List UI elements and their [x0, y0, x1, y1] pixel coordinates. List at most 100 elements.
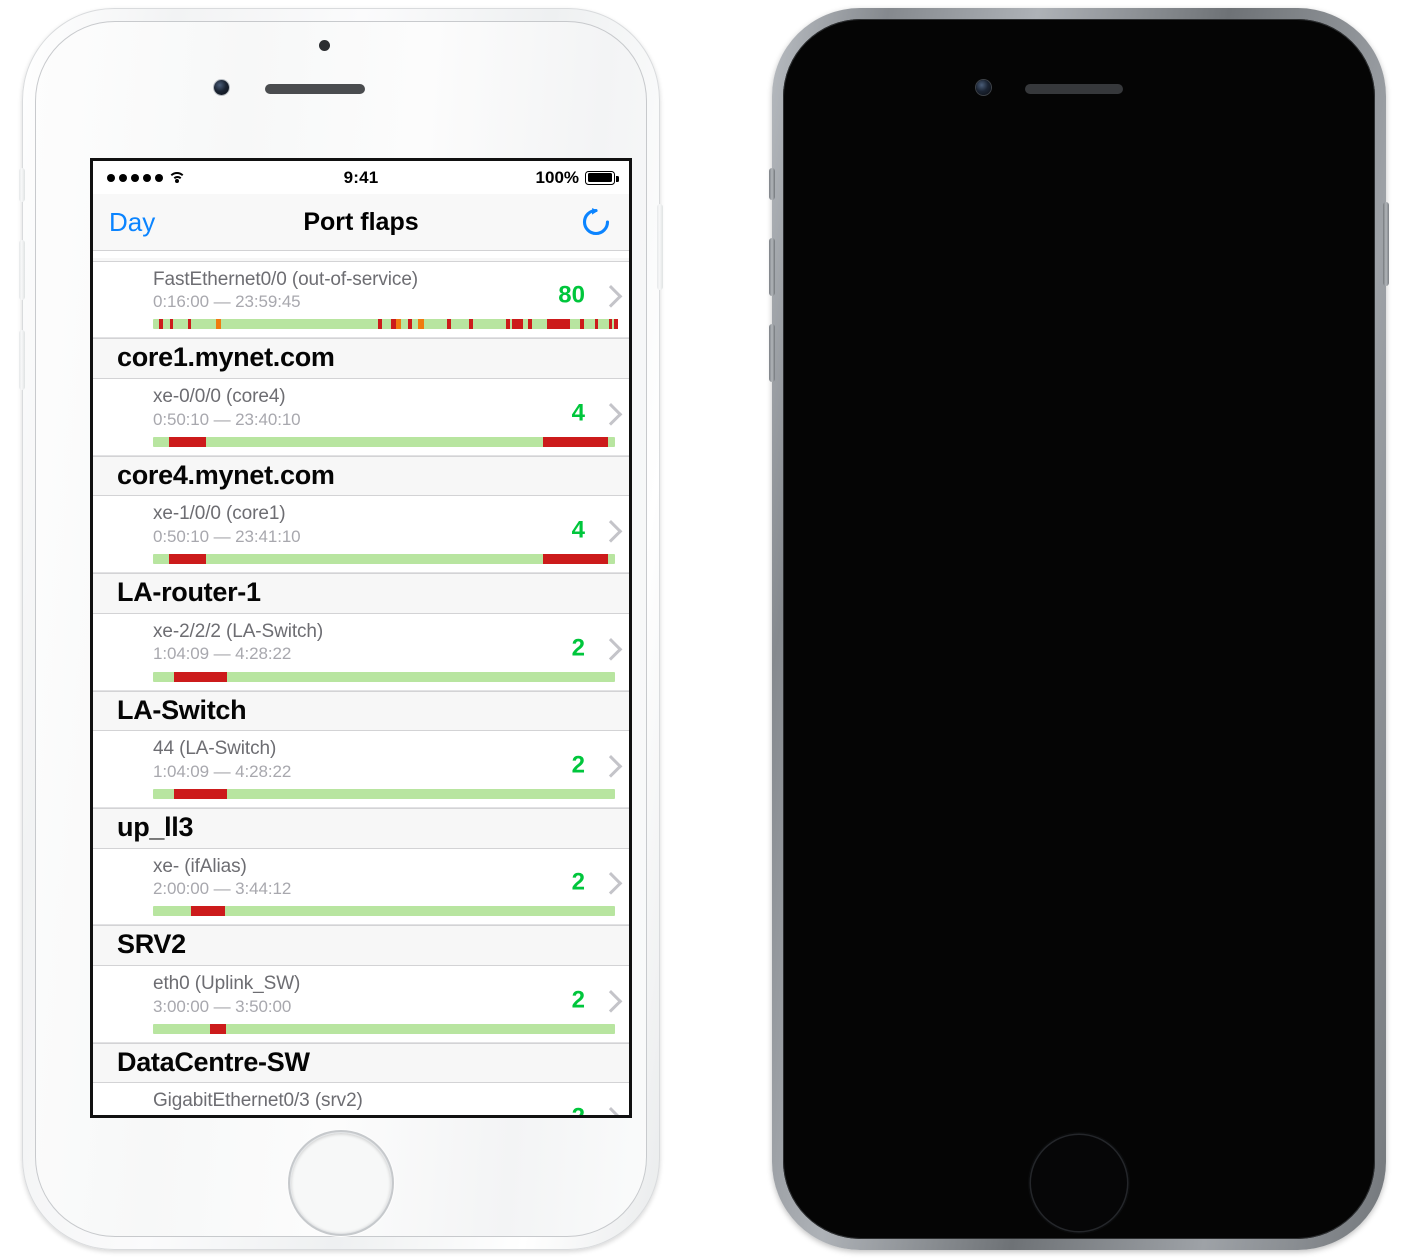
- chevron-right-icon: [603, 638, 615, 660]
- screenshot-stage: 9:41 100% Day Port flaps DALLAS-Swit: [0, 0, 1406, 1258]
- timeline-segment: [579, 319, 584, 330]
- time-range-label: 1:04:09 — 4:28:22: [153, 761, 292, 781]
- timeline-segment: [173, 671, 227, 682]
- timeline-segment: [547, 319, 571, 330]
- row-text-block: eth0 (Uplink_SW) 3:00:00 — 3:50:00: [93, 972, 629, 1018]
- refresh-icon: [582, 208, 610, 236]
- timeline-segment: [608, 319, 613, 330]
- status-bar-right: 100%: [378, 167, 619, 188]
- timeline-segment: [469, 319, 473, 330]
- chevron-right-icon: [603, 990, 615, 1012]
- volume-down-button[interactable]: [769, 324, 775, 382]
- status-bar: 9:41 100%: [93, 161, 629, 194]
- home-button[interactable]: [1031, 1135, 1127, 1231]
- timeline-segment: [543, 554, 609, 565]
- section-header: core4.mynet.com: [93, 455, 629, 497]
- timeline-segment: [512, 319, 524, 330]
- time-range-label: 0:50:10 — 23:41:10: [153, 527, 301, 547]
- chevron-right-icon: [603, 1108, 615, 1115]
- time-range-label: 0:50:10 — 23:40:10: [153, 409, 301, 429]
- interface-label: 44 (LA-Switch): [153, 738, 277, 760]
- timeline-segment: [158, 319, 163, 330]
- availability-timeline: [153, 554, 615, 565]
- chevron-right-icon: [603, 755, 615, 777]
- flap-count-badge: 4: [571, 399, 585, 427]
- timeline-segment: [210, 1023, 227, 1034]
- volume-down-button[interactable]: [19, 330, 25, 390]
- timeline-segment: [169, 554, 207, 565]
- time-range-label: 0:16:00 — 23:59:45: [153, 292, 301, 312]
- timeline-segment: [378, 319, 382, 330]
- interface-label: xe-1/0/0 (core1): [153, 503, 286, 525]
- row-text-block: xe-0/0/0 (core4) 0:50:10 — 23:40:10: [93, 385, 629, 431]
- table-row[interactable]: xe-2/2/2 (LA-Switch) 1:04:09 — 4:28:22 2: [93, 613, 629, 691]
- device-shell-gray: [772, 8, 1386, 1250]
- time-range-label: 2:00:00 — 3:44:12: [153, 879, 292, 899]
- left-phone-screen: 9:41 100% Day Port flaps DALLAS-Swit: [90, 158, 632, 1118]
- table-row[interactable]: xe- (ifAlias) 2:00:00 — 3:44:12 2: [93, 848, 629, 926]
- page-title: Port flaps: [303, 207, 419, 236]
- front-camera: [214, 80, 229, 95]
- iphone-silver-device: 9:41 100% Day Port flaps DALLAS-Swit: [19, 8, 663, 1250]
- timeline-segment: [173, 788, 227, 799]
- time-range-label: 3:00:00 — 3:50:00: [153, 1113, 565, 1115]
- table-row[interactable]: GigabitEthernet0/3 (srv2)3:00:00 — 3:50:…: [93, 1083, 629, 1115]
- earpiece-speaker: [265, 84, 365, 94]
- home-button[interactable]: [290, 1132, 392, 1234]
- back-button-day[interactable]: Day: [109, 207, 155, 238]
- port-flaps-list[interactable]: DALLAS-Switch1FastEthernet0/0 (out-of-se…: [93, 251, 629, 1115]
- interface-label: xe- (ifAlias): [153, 855, 247, 877]
- availability-timeline: [153, 319, 618, 330]
- table-row[interactable]: FastEthernet0/0 (out-of-service) 0:16:00 …: [93, 261, 629, 339]
- timeline-segment: [396, 319, 401, 330]
- volume-up-button[interactable]: [769, 238, 775, 296]
- interface-label: eth0 (Uplink_SW): [153, 972, 301, 994]
- interface-label: xe-0/0/0 (core4): [153, 385, 286, 407]
- chevron-right-icon: [603, 403, 615, 425]
- timeline-segment: [408, 319, 413, 330]
- signal-strength-dots-icon: [107, 173, 163, 182]
- timeline-segment: [506, 319, 511, 330]
- ring-silent-switch[interactable]: [19, 168, 25, 202]
- timeline-segment: [215, 319, 221, 330]
- row-text-block: xe- (ifAlias) 2:00:00 — 3:44:12: [93, 855, 629, 901]
- battery-icon: [585, 170, 619, 185]
- availability-timeline: [153, 671, 615, 682]
- volume-up-button[interactable]: [19, 240, 25, 300]
- table-row[interactable]: eth0 (Uplink_SW) 3:00:00 — 3:50:00 2: [93, 965, 629, 1043]
- iphone-spacegray-device: 9:41 100% Period Show 10 mins1 hour3 hou…: [769, 8, 1389, 1250]
- battery-percent-label: 100%: [535, 167, 580, 187]
- table-row[interactable]: 44 (LA-Switch) 1:04:09 — 4:28:22 2: [93, 731, 629, 808]
- chevron-right-icon: [603, 873, 615, 895]
- row-text-block: xe-2/2/2 (LA-Switch) 1:04:09 — 4:28:22: [93, 620, 629, 666]
- navigation-bar: Day Port flaps: [93, 194, 629, 251]
- timeline-segment: [594, 319, 599, 330]
- power-button[interactable]: [1383, 202, 1389, 286]
- availability-timeline: [153, 788, 615, 799]
- section-header: core1.mynet.com: [93, 338, 629, 379]
- availability-timeline: [153, 906, 615, 917]
- timeline-segment: [191, 906, 226, 917]
- time-range-label: 1:04:09 — 4:28:22: [153, 644, 292, 664]
- table-row[interactable]: xe-1/0/0 (core1) 0:50:10 — 23:41:10 4: [93, 496, 629, 574]
- timeline-segment: [528, 319, 532, 330]
- timeline-segment: [169, 319, 173, 330]
- time-range-label: 3:00:00 — 3:50:00: [153, 996, 292, 1016]
- timeline-segment: [543, 436, 609, 447]
- timeline-segment: [418, 319, 424, 330]
- flap-count-badge: 2: [571, 986, 585, 1014]
- table-row[interactable]: xe-0/0/0 (core4) 0:50:10 — 23:40:10 4: [93, 378, 629, 456]
- wifi-icon: [168, 171, 186, 184]
- section-header: SRV2: [93, 925, 629, 966]
- ring-silent-switch[interactable]: [769, 168, 775, 200]
- refresh-button[interactable]: [579, 205, 613, 239]
- power-button[interactable]: [657, 204, 663, 290]
- row-text-block: FastEthernet0/0 (out-of-service) 0:16:00 …: [93, 268, 629, 314]
- timeline-segment: [169, 436, 207, 447]
- section-header: LA-Switch: [93, 690, 629, 732]
- flap-count-badge: 2: [571, 751, 585, 779]
- timeline-background: [153, 319, 615, 330]
- timeline-segment: [187, 319, 191, 330]
- interface-label: GigabitEthernet0/3 (srv2): [153, 1090, 363, 1112]
- proximity-sensor: [319, 40, 330, 51]
